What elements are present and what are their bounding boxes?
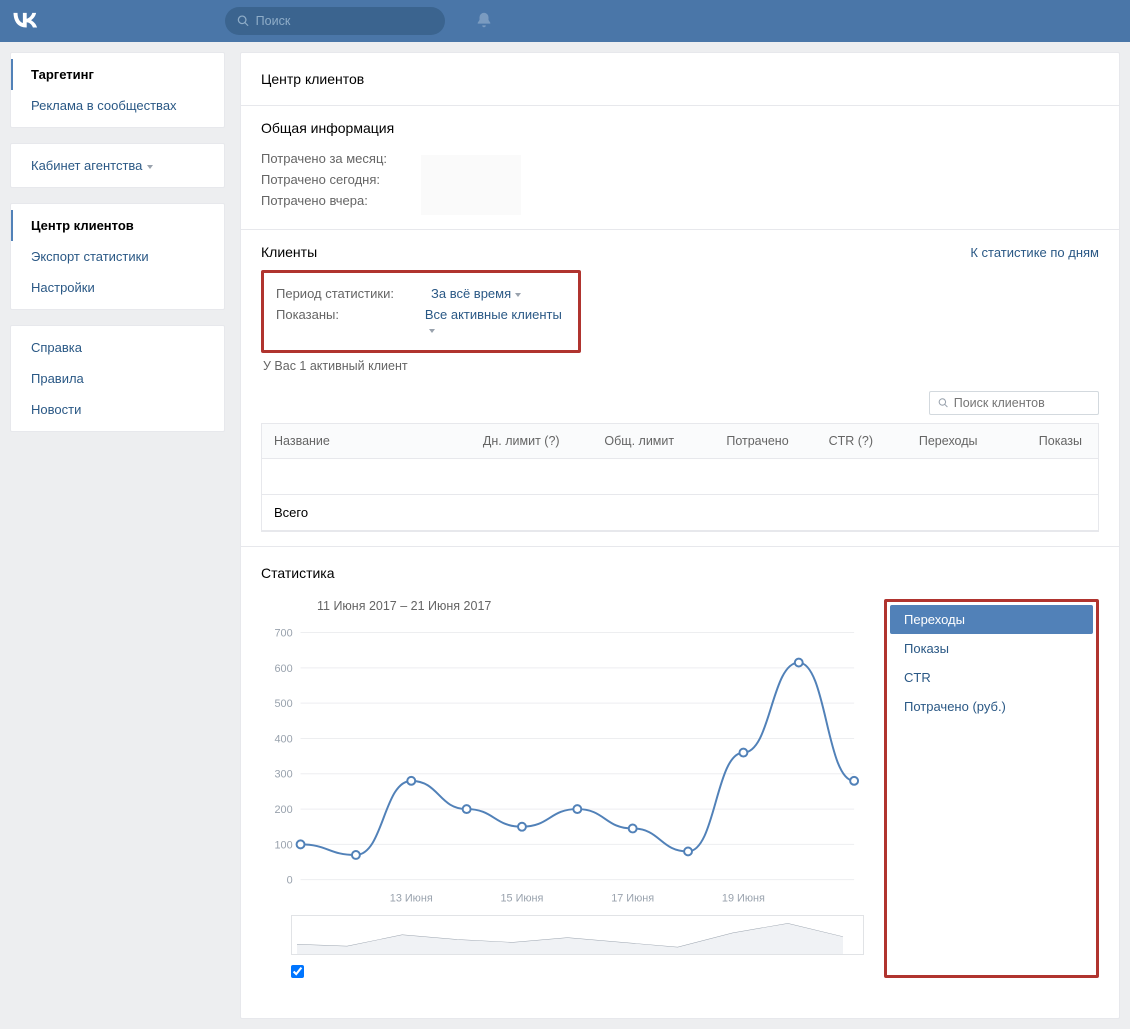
sidebar-item-client-center[interactable]: Центр клиентов — [11, 210, 224, 241]
search-input[interactable] — [256, 14, 433, 28]
general-info-section: Общая информация Потрачено за месяц: Пот… — [241, 106, 1119, 230]
statistics-title: Статистика — [261, 565, 1099, 581]
clients-table: Название Дн. лимит (?) Общ. лимит Потрач… — [261, 423, 1099, 532]
col-ctr[interactable]: CTR (?) — [801, 424, 885, 458]
vk-logo[interactable] — [10, 8, 40, 34]
page-title: Центр клиентов — [241, 53, 1119, 106]
svg-text:400: 400 — [275, 733, 293, 745]
clients-section: Клиенты К статистике по дням Период стат… — [241, 230, 1119, 547]
sidebar-block-ads: Таргетинг Реклама в сообществах — [10, 52, 225, 128]
sidebar-item-help[interactable]: Справка — [11, 332, 224, 363]
table-header: Название Дн. лимит (?) Общ. лимит Потрач… — [262, 424, 1098, 459]
shown-dropdown[interactable]: Все активные клиенты — [425, 307, 566, 337]
daily-stats-link[interactable]: К статистике по дням — [970, 245, 1099, 260]
period-dropdown[interactable]: За всё время — [431, 286, 521, 301]
svg-text:15 Июня: 15 Июня — [501, 892, 544, 904]
col-total-limit[interactable]: Общ. лимит — [572, 424, 687, 458]
period-label: Период статистики: — [276, 286, 431, 301]
sidebar-block-clients: Центр клиентов Экспорт статистики Настро… — [10, 203, 225, 310]
total-label: Всего — [262, 497, 448, 528]
topbar — [0, 0, 1130, 42]
notifications-icon[interactable] — [475, 11, 493, 32]
metric-clicks[interactable]: Переходы — [890, 605, 1093, 634]
search-icon — [237, 14, 250, 28]
general-info-title: Общая информация — [261, 120, 1099, 136]
client-search-input[interactable] — [954, 396, 1090, 410]
metric-views[interactable]: Показы — [890, 634, 1093, 663]
search-icon — [938, 397, 949, 409]
spent-today-label: Потрачено сегодня: — [261, 172, 421, 187]
sidebar-item-settings[interactable]: Настройки — [11, 272, 224, 303]
metric-spent[interactable]: Потрачено (руб.) — [890, 692, 1093, 721]
sidebar: Таргетинг Реклама в сообществах Кабинет … — [10, 52, 225, 1019]
main-panel: Центр клиентов Общая информация Потрачен… — [240, 52, 1120, 1019]
svg-text:500: 500 — [275, 698, 293, 710]
metric-ctr[interactable]: CTR — [890, 663, 1093, 692]
metric-selector-box: Переходы Показы CTR Потрачено (руб.) — [884, 599, 1099, 978]
client-search[interactable] — [929, 391, 1099, 415]
sidebar-item-news[interactable]: Новости — [11, 394, 224, 425]
global-search[interactable] — [225, 7, 445, 35]
sidebar-block-help: Справка Правила Новости — [10, 325, 225, 432]
col-views[interactable]: Показы — [990, 424, 1098, 458]
svg-text:19 Июня: 19 Июня — [722, 892, 765, 904]
col-clicks[interactable]: Переходы — [885, 424, 989, 458]
line-chart[interactable]: 0 100 200 300 400 500 600 700 13 Июня 15 Июня 17 И… — [261, 621, 864, 911]
col-day-limit[interactable]: Дн. лимит (?) — [447, 424, 572, 458]
sidebar-block-agency: Кабинет агентства — [10, 143, 225, 188]
col-name[interactable]: Название — [262, 424, 447, 458]
table-row-total: Всего — [262, 495, 1098, 531]
svg-text:600: 600 — [275, 663, 293, 675]
svg-text:0: 0 — [287, 875, 293, 887]
spent-yesterday-label: Потрачено вчера: — [261, 193, 421, 208]
sidebar-item-export-stats[interactable]: Экспорт статистики — [11, 241, 224, 272]
svg-text:100: 100 — [275, 839, 293, 851]
info-values-placeholder — [421, 155, 521, 215]
filter-highlight-box: Период статистики: За всё время Показаны… — [261, 270, 581, 353]
chart-checkbox-row — [291, 963, 864, 978]
svg-text:17 Июня: 17 Июня — [611, 892, 654, 904]
chart-series-checkbox[interactable] — [291, 965, 304, 978]
svg-text:13 Июня: 13 Июня — [390, 892, 433, 904]
sidebar-item-community-ads[interactable]: Реклама в сообществах — [11, 90, 224, 121]
sparkline-nav[interactable] — [291, 915, 864, 955]
sidebar-item-agency-cabinet[interactable]: Кабинет агентства — [11, 150, 224, 181]
spent-month-label: Потрачено за месяц: — [261, 151, 421, 166]
clients-title: Клиенты — [261, 244, 317, 260]
shown-label: Показаны: — [276, 307, 425, 337]
svg-text:700: 700 — [275, 628, 293, 640]
table-row[interactable] — [262, 459, 1098, 495]
svg-text:200: 200 — [275, 804, 293, 816]
sidebar-item-rules[interactable]: Правила — [11, 363, 224, 394]
chart-date-range: 11 Июня 2017 – 21 Июня 2017 — [317, 599, 864, 613]
sidebar-item-targeting[interactable]: Таргетинг — [11, 59, 224, 90]
active-clients-hint: У Вас 1 активный клиент — [261, 359, 1099, 373]
col-spent[interactable]: Потрачено — [686, 424, 801, 458]
statistics-section: Статистика 11 Июня 2017 – 21 Июня 2017 0… — [241, 547, 1119, 1018]
svg-text:300: 300 — [275, 769, 293, 781]
